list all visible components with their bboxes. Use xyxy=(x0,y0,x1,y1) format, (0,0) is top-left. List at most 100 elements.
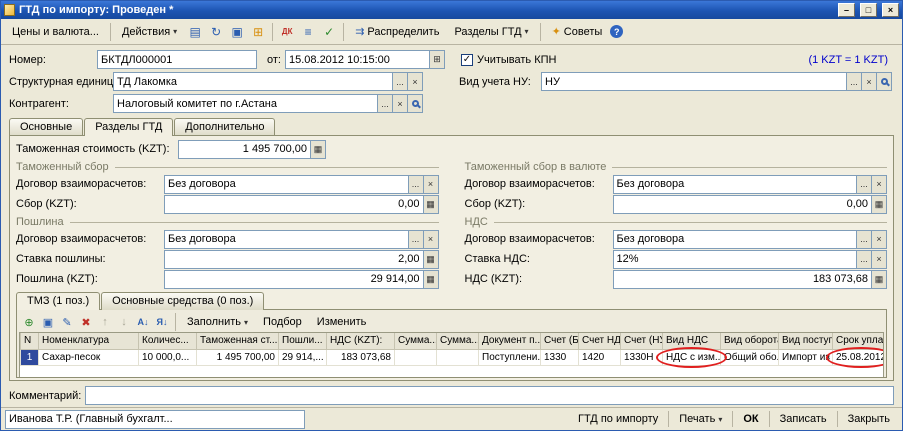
magnifier-icon[interactable] xyxy=(408,94,423,113)
dots-icon[interactable]: ... xyxy=(847,72,862,91)
calculator-icon[interactable]: ▦ xyxy=(872,270,887,289)
vat-amount-input[interactable]: 183 073,68 xyxy=(613,270,873,289)
tab-gtd-sections[interactable]: Разделы ГТД xyxy=(84,118,173,136)
tab-fixed-assets[interactable]: Основные средства (0 поз.) xyxy=(101,292,264,310)
account-nu-cell[interactable]: 1330Н xyxy=(621,349,663,365)
posting-dtkt-icon[interactable]: ДК xyxy=(277,22,297,42)
clear-icon[interactable]: × xyxy=(872,230,887,249)
responsible-input[interactable]: Иванова Т.Р. (Главный бухгалт... xyxy=(5,410,305,429)
duty-amount-input[interactable]: 29 914,00 xyxy=(164,270,424,289)
account-vat-cell[interactable]: 1420 xyxy=(579,349,621,365)
minimize-button[interactable]: – xyxy=(838,3,855,17)
calculator-icon[interactable]: ▦ xyxy=(872,195,887,214)
calculator-icon[interactable]: ▦ xyxy=(311,140,326,159)
number-input[interactable]: БКТДЛ000001 xyxy=(97,50,257,69)
dots-icon[interactable]: ... xyxy=(857,230,872,249)
copy-icon[interactable]: ▣ xyxy=(227,22,247,42)
actions-button[interactable]: Действия ▾ xyxy=(115,22,184,42)
copy-row-icon[interactable]: ▣ xyxy=(39,313,57,331)
calculator-icon[interactable]: ▦ xyxy=(424,195,439,214)
structural-unit-input[interactable]: ТД Лакомка xyxy=(113,72,393,91)
close-button[interactable]: × xyxy=(882,3,899,17)
calculator-icon[interactable]: ▦ xyxy=(424,270,439,289)
kpn-checkbox[interactable]: ✓ xyxy=(461,54,473,66)
duty-rate-input[interactable]: 2,00 xyxy=(164,250,424,269)
change-button[interactable]: Изменить xyxy=(310,312,374,332)
vat-rate-input[interactable]: 12% xyxy=(613,250,858,269)
dots-icon[interactable]: ... xyxy=(378,94,393,113)
prices-currency-button[interactable]: Цены и валюта... xyxy=(5,22,106,42)
due-date-cell[interactable]: 25.08.2012 xyxy=(833,349,885,365)
fee-amount-input[interactable]: 0,00 xyxy=(164,195,424,214)
receipt-kind-cell[interactable]: Импорт из ... xyxy=(779,349,833,365)
document-cell[interactable]: Поступлени... xyxy=(479,349,541,365)
vat-kind-cell[interactable]: НДС с изм... xyxy=(663,349,721,365)
advice-button[interactable]: ✦ Советы xyxy=(545,21,610,42)
maximize-button[interactable]: □ xyxy=(860,3,877,17)
title-bar[interactable]: ГТД по импорту: Проведен * – □ × xyxy=(1,1,902,19)
customs-value-cell[interactable]: 1 495 700,00 xyxy=(197,349,279,365)
vat-contract-input[interactable]: Без договора xyxy=(613,230,858,249)
structure-icon[interactable]: ⊞ xyxy=(248,22,268,42)
dots-icon[interactable]: ... xyxy=(393,72,408,91)
delete-row-icon[interactable]: ✖ xyxy=(77,313,95,331)
dots-icon[interactable]: ... xyxy=(857,175,872,194)
footer-separator xyxy=(732,411,733,427)
nu-kind-input[interactable]: НУ xyxy=(541,72,847,91)
contractor-input[interactable]: Налоговый комитет по г.Астана xyxy=(113,94,378,113)
account-bu-cell[interactable]: 1330 xyxy=(541,349,579,365)
ok-button[interactable]: ОК xyxy=(735,411,766,427)
sum1-cell[interactable] xyxy=(395,349,437,365)
nomenclature-cell[interactable]: Сахар-песок xyxy=(39,349,139,365)
fee-currency-contract-input[interactable]: Без договора xyxy=(613,175,858,194)
fee-currency-group-title: Таможенный сбор в валюте xyxy=(465,161,607,173)
sort-ascending-icon[interactable]: А↓ xyxy=(134,313,152,331)
close-form-button[interactable]: Закрыть xyxy=(840,411,898,427)
duty-contract-input[interactable]: Без договора xyxy=(164,230,409,249)
clear-icon[interactable]: × xyxy=(408,72,423,91)
sum2-cell[interactable] xyxy=(437,349,479,365)
fee-contract-input[interactable]: Без договора xyxy=(164,175,409,194)
tab-main[interactable]: Основные xyxy=(9,118,83,136)
edit-row-icon[interactable]: ✎ xyxy=(58,313,76,331)
clear-icon[interactable]: × xyxy=(424,230,439,249)
comment-input[interactable] xyxy=(85,386,894,405)
pick-button[interactable]: Подбор xyxy=(256,312,309,332)
dots-icon[interactable]: ... xyxy=(857,250,872,269)
clear-icon[interactable]: × xyxy=(424,175,439,194)
tab-additional[interactable]: Дополнительно xyxy=(174,118,275,136)
customs-value-input[interactable]: 1 495 700,00 xyxy=(178,140,311,159)
fee-currency-amount-input[interactable]: 0,00 xyxy=(613,195,873,214)
customs-value-row: Таможенная стоимость (KZT): 1 495 700,00… xyxy=(16,139,887,159)
row-number-cell[interactable]: 1 xyxy=(21,349,39,365)
magnifier-icon[interactable] xyxy=(877,72,892,91)
turnover-kind-cell[interactable]: Общий обо... xyxy=(721,349,779,365)
clear-icon[interactable]: × xyxy=(872,175,887,194)
vat-cell[interactable]: 183 073,68 xyxy=(327,349,395,365)
sort-descending-icon[interactable]: Я↓ xyxy=(153,313,171,331)
number-label: Номер: xyxy=(9,54,97,66)
add-row-icon[interactable]: ⊕ xyxy=(20,313,38,331)
gtd-sections-button[interactable]: Разделы ГТД ▾ xyxy=(447,22,535,42)
movements-list-icon[interactable]: ≡ xyxy=(298,22,318,42)
clear-icon[interactable]: × xyxy=(872,250,887,269)
tab-tmz[interactable]: ТМЗ (1 поз.) xyxy=(16,292,100,310)
reread-icon[interactable]: ↻ xyxy=(206,22,226,42)
calculator-icon[interactable]: ▦ xyxy=(424,250,439,269)
dots-icon[interactable]: ... xyxy=(409,230,424,249)
gtd-import-button[interactable]: ГТД по импорту xyxy=(570,411,666,427)
save-icon[interactable]: ▤ xyxy=(185,22,205,42)
dots-icon[interactable]: ... xyxy=(409,175,424,194)
duty-cell[interactable]: 29 914,... xyxy=(279,349,327,365)
quantity-cell[interactable]: 10 000,0... xyxy=(139,349,197,365)
date-input[interactable]: 15.08.2012 10:15:00 xyxy=(285,50,430,69)
help-icon[interactable]: ? xyxy=(610,25,623,38)
fill-button[interactable]: Заполнить ▾ xyxy=(180,312,255,332)
calendar-icon[interactable]: ⊞ xyxy=(430,50,445,69)
write-button[interactable]: Записать xyxy=(772,411,835,427)
print-button[interactable]: Печать ▾ xyxy=(671,411,730,427)
clear-icon[interactable]: × xyxy=(862,72,877,91)
distribute-button[interactable]: ⇉ Распределить xyxy=(348,21,446,42)
clear-icon[interactable]: × xyxy=(393,94,408,113)
check-fill-icon[interactable]: ✓ xyxy=(319,22,339,42)
